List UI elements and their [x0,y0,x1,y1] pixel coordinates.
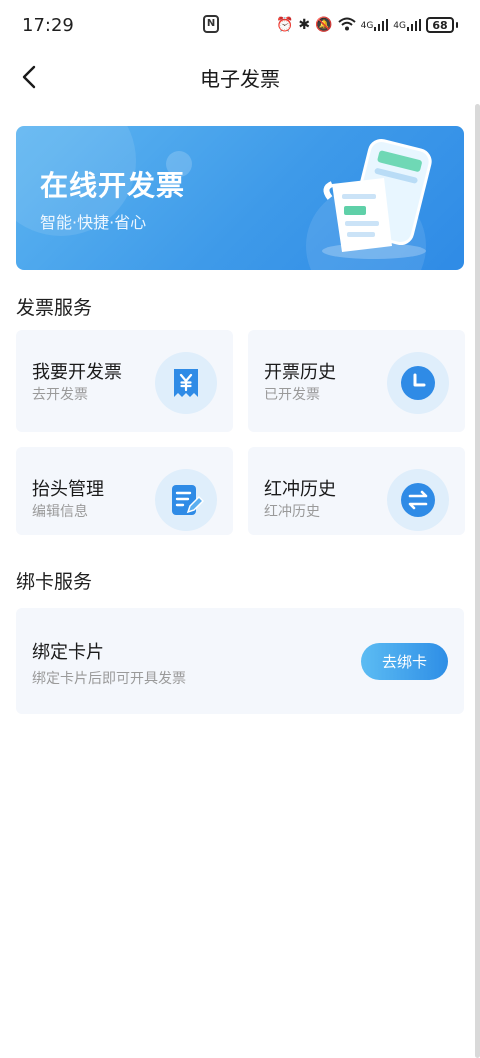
title-management-card[interactable]: 抬头管理 编辑信息 [16,447,233,535]
card-subtitle: 编辑信息 [32,504,88,520]
status-time: 17:29 [22,14,74,36]
nfc-icon: N [203,15,219,33]
screen: 17:29 N ⏰ ✱ 🔕 4G 4G 68 电子发票 在线开发票 智能·快捷·… [0,0,480,1058]
card-title: 红冲历史 [264,479,336,500]
card-title: 开票历史 [264,362,336,383]
bind-card-subtitle: 绑定卡片后即可开具发票 [32,671,186,687]
status-icons: ⏰ ✱ 🔕 4G 4G 68 [276,17,458,34]
scrollbar[interactable] [475,104,480,1058]
clock-icon [387,352,449,414]
alarm-icon: ⏰ [275,17,294,33]
invoice-services-title: 发票服务 [16,297,93,319]
bind-card-panel: 绑定卡片 绑定卡片后即可开具发票 去绑卡 [16,608,464,714]
phone-receipt-illustration-icon [322,138,432,259]
bind-card-title: 绑定卡片 [32,642,104,663]
issue-invoice-card[interactable]: 我要开发票 去开发票 [16,330,233,432]
status-bar: 17:29 N ⏰ ✱ 🔕 4G 4G 68 [0,0,480,50]
card-title: 我要开发票 [32,362,122,383]
promo-banner[interactable]: 在线开发票 智能·快捷·省心 [16,126,464,270]
signal-icon-2: 4G [393,19,421,31]
signal-icon-1: 4G [361,19,389,31]
battery-tip [456,22,458,28]
card-subtitle: 去开发票 [32,387,88,403]
bluetooth-icon: ✱ [298,17,311,33]
battery-icon: 68 [426,17,454,33]
banner-title: 在线开发票 [40,169,186,202]
signal-label-2: 4G [393,21,406,31]
swap-arrows-icon [387,469,449,531]
signal-label-1: 4G [360,21,374,31]
bind-card-button[interactable]: 去绑卡 [361,643,448,680]
card-services-title: 绑卡服务 [16,571,93,593]
mute-icon: 🔕 [315,17,333,33]
yen-receipt-icon [155,352,217,414]
card-subtitle: 已开发票 [264,387,320,403]
page-title: 电子发票 [200,67,280,91]
edit-document-icon [155,469,217,531]
red-reversal-history-card[interactable]: 红冲历史 红冲历史 [248,447,465,535]
card-subtitle: 红冲历史 [264,504,320,520]
nav-bar: 电子发票 [0,50,480,102]
wifi-icon [337,17,356,34]
banner-subtitle: 智能·快捷·省心 [40,213,147,232]
card-title: 抬头管理 [32,479,104,500]
invoice-history-card[interactable]: 开票历史 已开发票 [248,330,465,432]
